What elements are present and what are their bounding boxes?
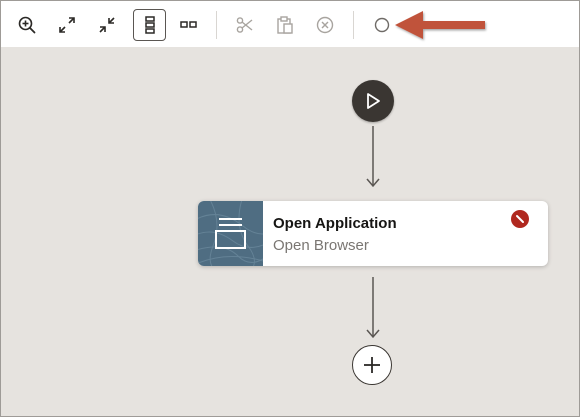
horizontal-layout-button[interactable] (174, 10, 204, 40)
toolbar (1, 1, 579, 47)
expand-button[interactable] (52, 10, 82, 40)
play-icon (367, 93, 380, 109)
toolbar-separator (353, 11, 354, 39)
cut-button[interactable] (230, 10, 260, 40)
add-step-button[interactable] (352, 345, 392, 385)
paste-button[interactable] (270, 10, 300, 40)
zoom-in-icon (18, 16, 36, 34)
step-thumbnail (198, 201, 263, 266)
vertical-layout-button[interactable] (133, 9, 166, 41)
start-node[interactable] (352, 80, 394, 122)
step-card[interactable]: Open Application Open Browser (198, 201, 548, 266)
collapse-button[interactable] (92, 10, 122, 40)
zoom-in-button[interactable] (12, 10, 42, 40)
step-subtitle: Open Browser (273, 237, 369, 254)
scissors-icon (236, 17, 253, 33)
toolbar-separator (216, 11, 217, 39)
delete-button[interactable] (310, 10, 340, 40)
connector-arrow (366, 277, 380, 339)
error-icon[interactable] (511, 210, 529, 228)
plus-icon (364, 357, 380, 373)
vertical-layout-icon (144, 16, 155, 34)
circle-icon (374, 17, 390, 33)
clipboard-icon (277, 16, 293, 34)
flow-editor: Open Application Open Browser (0, 0, 580, 417)
horizontal-layout-icon (180, 21, 197, 28)
collapse-icon (99, 17, 115, 33)
delete-circle-icon (316, 16, 334, 34)
flow-canvas: Open Application Open Browser (1, 47, 579, 416)
step-title: Open Application (273, 215, 397, 232)
expand-icon (59, 17, 75, 33)
application-icon (198, 201, 263, 266)
annotation-arrow-icon (395, 11, 485, 39)
connector-arrow (366, 126, 380, 188)
